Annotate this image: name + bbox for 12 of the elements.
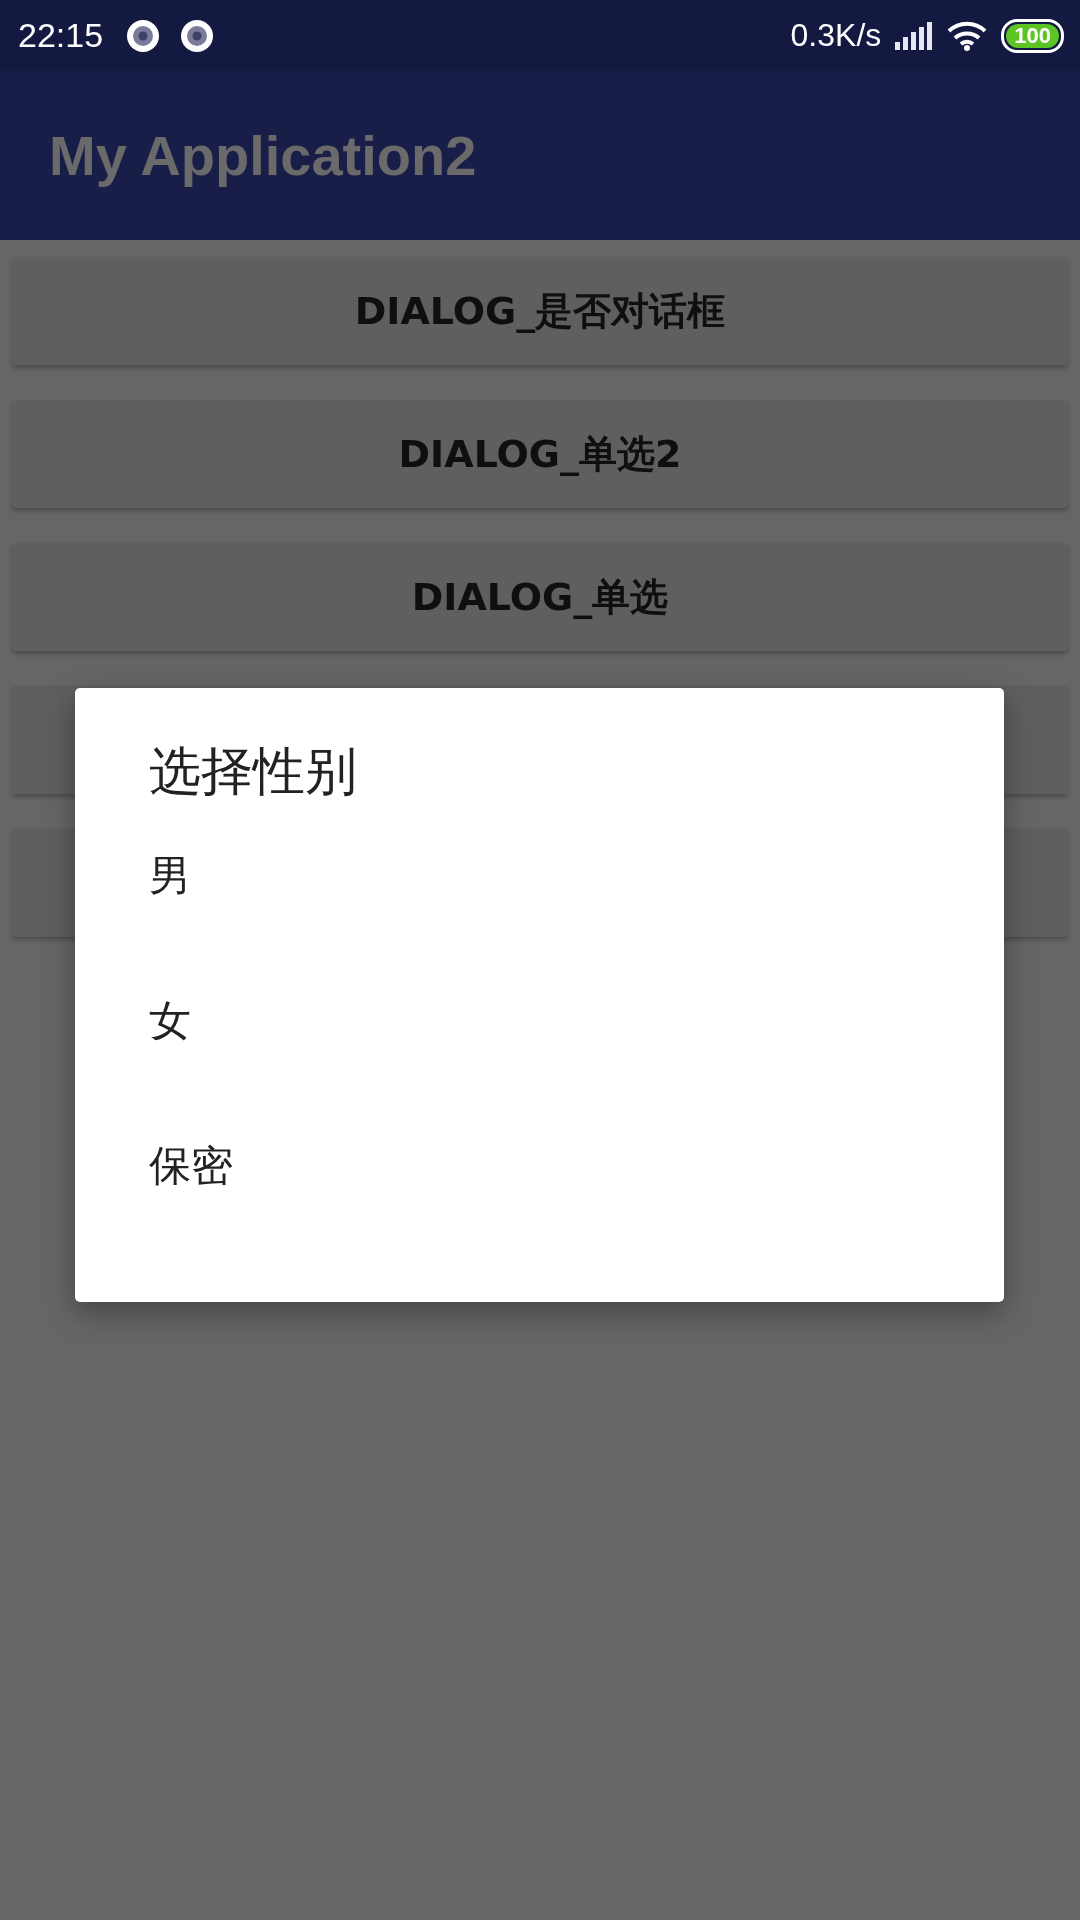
wifi-icon (947, 20, 988, 51)
app-title: My Application2 (49, 123, 477, 188)
dialog-option[interactable]: 男 (149, 846, 1004, 991)
notification-icon (181, 19, 214, 52)
notification-icon (127, 19, 160, 52)
status-time: 22:15 (18, 16, 104, 55)
dialog-title: 选择性别 (149, 740, 358, 803)
network-speed: 0.3K/s (790, 17, 882, 54)
dialog-option[interactable]: 女 (149, 991, 1004, 1136)
battery-icon: 100 (1001, 18, 1064, 53)
dialog-option[interactable]: 保密 (149, 1136, 1004, 1281)
signal-icon (895, 21, 934, 50)
